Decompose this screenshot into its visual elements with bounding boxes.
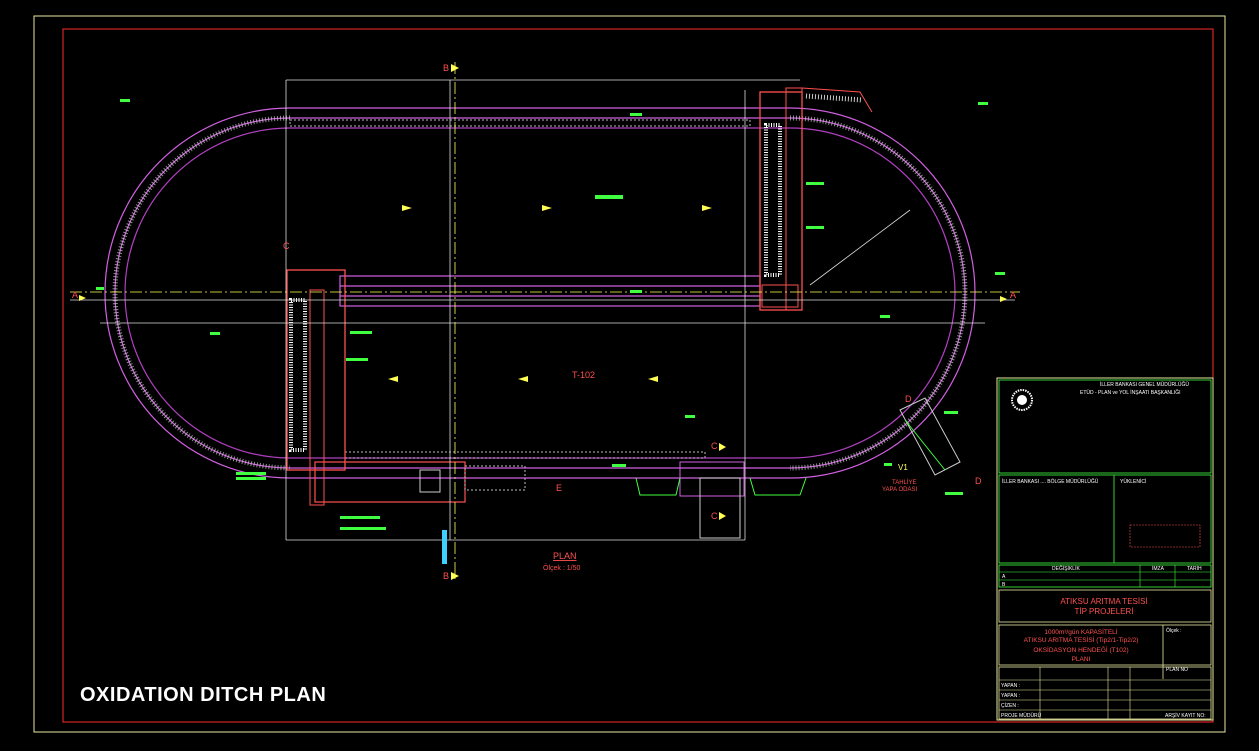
- role-4: PROJE MÜDÜRÜ: [1001, 712, 1042, 719]
- outlet-label-yapa: YAPA ODASI: [882, 487, 917, 493]
- section-mark-d-top: D: [905, 394, 912, 404]
- center-divider-wall: [339, 275, 761, 307]
- ditch-end-hatch-left: [112, 115, 291, 471]
- plan-no-label: PLAN NO: [1166, 667, 1188, 673]
- section-mark-b-bottom: B: [443, 571, 449, 581]
- outlet-label-tahliye: TAHLİYE: [892, 479, 917, 486]
- org-line-1: İLLER BANKASI GENEL MÜDÜRLÜĞÜ: [1100, 381, 1189, 388]
- cad-drawing: A A B B C C D D E C T-102 V1 TAHLİYE YAP…: [33, 15, 1226, 733]
- sheet-line-2: ATIKSU ARITMA TESİSİ (Tip2/1-Tip2/2): [1024, 635, 1139, 644]
- section-mark-a-right: A: [1010, 290, 1016, 300]
- cyan-annotation: [442, 530, 447, 564]
- section-flags: [79, 64, 1007, 580]
- outlet-structure: [635, 461, 807, 539]
- sheet-border-inner: [62, 28, 1214, 723]
- ditch-end-hatch-right: [789, 115, 968, 471]
- flow-arrows: [388, 205, 712, 382]
- title-block-text: İLLER BANKASI GENEL MÜDÜRLÜĞÜ ETÜD - PLA…: [1001, 381, 1206, 719]
- scale-label: Ölçek :: [1166, 627, 1182, 634]
- section-mark-c-top: C: [711, 441, 718, 451]
- sheet-line-3: OKSİDASYON HENDEĞİ (T102): [1033, 645, 1128, 654]
- role-1: YAPAN :: [1001, 683, 1020, 689]
- role-2: YAPAN :: [1001, 693, 1020, 699]
- walkway-hatch-bottom: [344, 451, 706, 459]
- outlet-label-v1: V1: [898, 463, 908, 472]
- stair-hatch: [805, 93, 863, 103]
- org-line-2: ETÜD - PLAN ve YOL İNŞAATI BAŞKANLIĞI: [1080, 389, 1181, 396]
- project-line-2: TİP PROJELERİ: [1075, 607, 1134, 616]
- aerator-bridge-right: [759, 87, 803, 311]
- signature-header: İMZA: [1152, 565, 1165, 572]
- annotation-marks: [96, 99, 1005, 530]
- archive-label: ARŞİV KAYIT NO:: [1165, 712, 1206, 719]
- title-block-project: ATIKSU ARITMA TESİSİ TİP PROJELERİ: [1060, 597, 1147, 616]
- sheet-border-outer: [33, 15, 1226, 733]
- project-line-1: ATIKSU ARITMA TESİSİ: [1060, 597, 1147, 606]
- walkway-hatch-top: [289, 119, 751, 127]
- plan-title: PLAN: [553, 551, 577, 561]
- revision-header: DEĞİŞİKLİK: [1052, 565, 1080, 572]
- role-3: ÇİZEN :: [1001, 702, 1019, 709]
- plan-scale: Ölçek : 1/50: [543, 564, 580, 572]
- diagonal-outlet: [899, 397, 961, 476]
- approval-stamp: [1129, 524, 1201, 548]
- sheet-line-4: PLANI: [1072, 656, 1091, 663]
- region-label: İLLER BANKASI .... BÖLGE MÜDÜRLÜĞÜ: [1002, 478, 1099, 485]
- section-mark-e: E: [556, 483, 562, 493]
- tank-label: T-102: [572, 370, 595, 380]
- stair-top-right: [801, 87, 873, 113]
- section-mark-c-bottom: C: [711, 511, 718, 521]
- section-mark-d-bottom: D: [975, 476, 982, 486]
- section-markers: A A B B C C D D E C: [72, 63, 1016, 581]
- section-mark-c-left: C: [283, 241, 290, 251]
- revision-a: A: [1002, 574, 1006, 580]
- approval-label: YÜKLENİCİ: [1120, 478, 1146, 485]
- dimension-lines: [70, 79, 1015, 541]
- section-mark-a-left: A: [72, 290, 78, 300]
- ditch-outer-wall: [104, 107, 976, 479]
- aerator-bridge-left: [286, 269, 526, 506]
- drawing-caption: OXIDATION DITCH PLAN: [80, 684, 327, 706]
- date-header: TARİH: [1187, 565, 1202, 572]
- section-mark-b-top: B: [443, 63, 449, 73]
- sheet-line-1: 1000m³/gün KAPASİTELİ: [1044, 627, 1117, 636]
- title-block-sheet: 1000m³/gün KAPASİTELİ ATIKSU ARITMA TESİ…: [1024, 627, 1139, 663]
